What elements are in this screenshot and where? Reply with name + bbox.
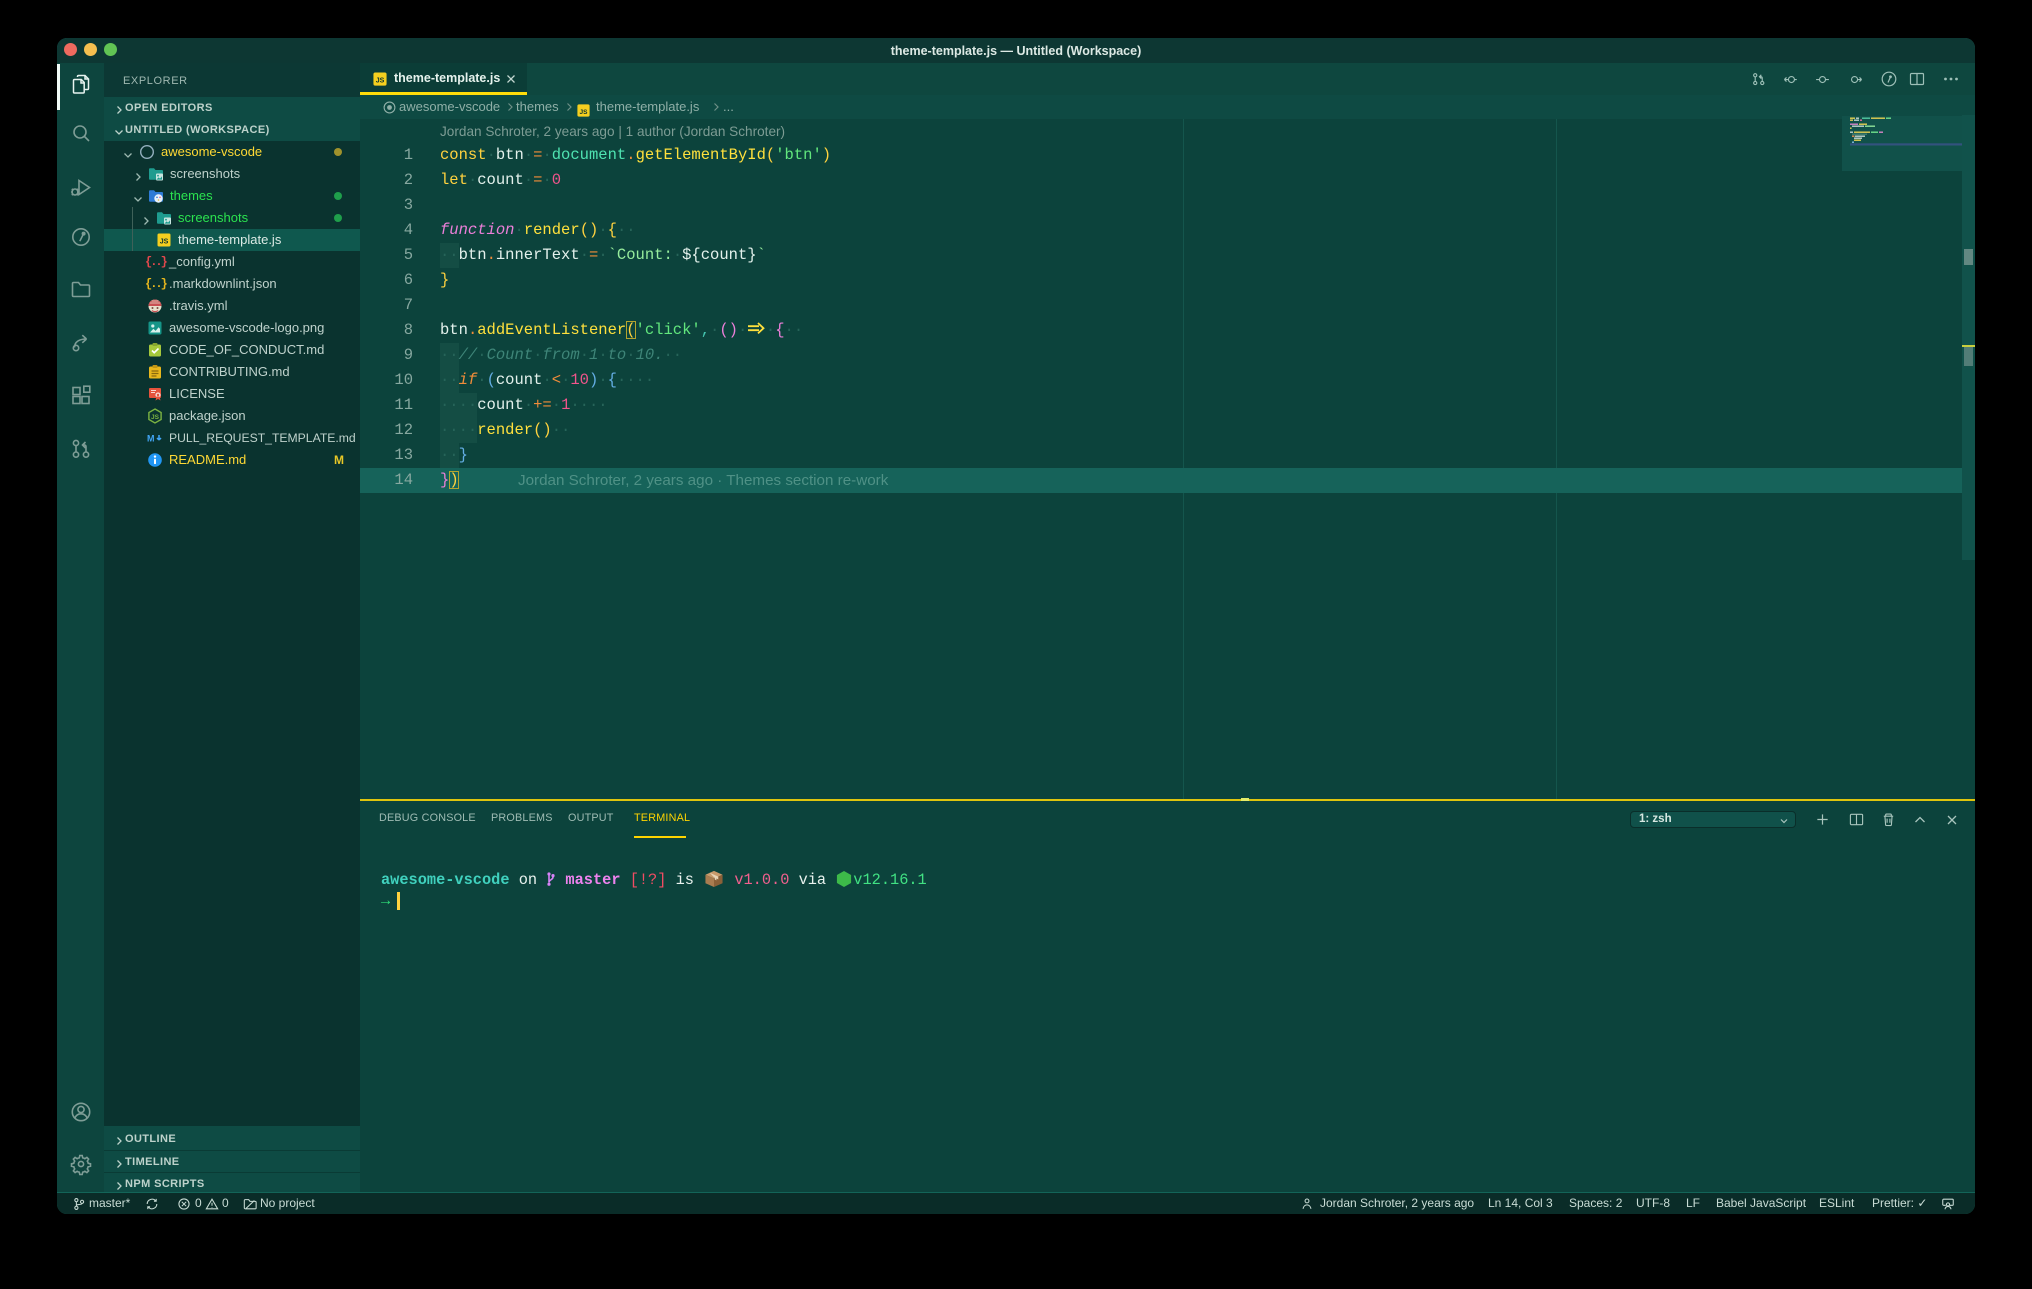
svg-text:JS: JS — [376, 78, 385, 85]
svg-text:JS: JS — [580, 109, 589, 116]
svg-text:JS: JS — [160, 239, 169, 246]
svg-text:JS: JS — [151, 414, 160, 421]
svg-text:M: M — [147, 434, 155, 444]
